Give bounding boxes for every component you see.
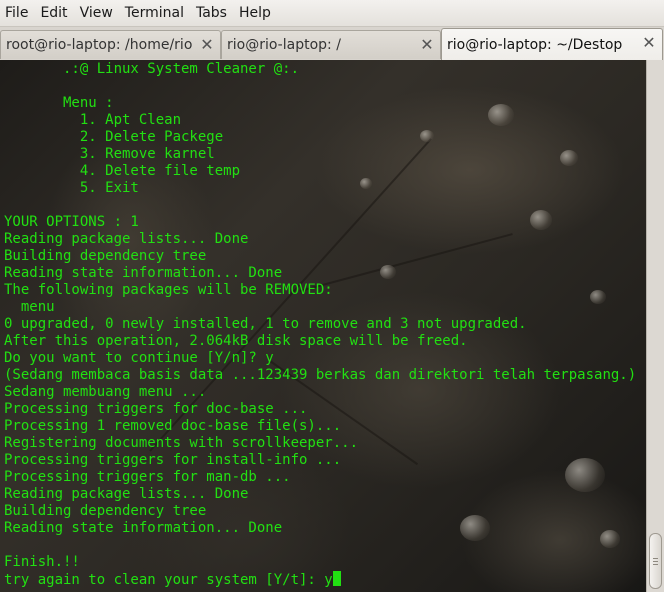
terminal-line: The following packages will be REMOVED: (4, 282, 333, 298)
close-icon[interactable]: ✕ (420, 37, 434, 53)
terminal-line: Reading state information... Done (4, 265, 283, 281)
terminal-line: Sedang membuang menu ... (4, 384, 207, 400)
menubar: File Edit View Terminal Tabs Help (0, 0, 664, 27)
terminal-line: Finish.!! (4, 554, 80, 570)
terminal-line: 3. Remove karnel (4, 146, 215, 162)
terminal-line: Reading package lists... Done (4, 486, 249, 502)
terminal-line: Do you want to continue [Y/n]? y (4, 350, 274, 366)
terminal-line: Processing triggers for man-db ... (4, 469, 291, 485)
grip-icon (653, 561, 658, 562)
terminal-line: Processing triggers for install-info ... (4, 452, 342, 468)
tab-bar: root@rio-laptop: /home/rio ✕ rio@rio-lap… (0, 27, 664, 61)
terminal-text: .:@ Linux System Cleaner @:. Menu : 1. A… (4, 61, 636, 588)
grip-icon (653, 564, 658, 565)
menu-tabs[interactable]: Tabs (191, 0, 234, 26)
terminal-line: Reading state information... Done (4, 520, 283, 536)
cursor-block (332, 571, 341, 586)
tab-label: rio@rio-laptop: / (227, 37, 341, 53)
terminal-line: menu (4, 299, 55, 315)
menu-help[interactable]: Help (234, 0, 278, 26)
terminal-line: Registering documents with scrollkeeper.… (4, 435, 359, 451)
terminal-line: 0 upgraded, 0 newly installed, 1 to remo… (4, 316, 527, 332)
scrollbar-thumb[interactable] (649, 533, 662, 589)
terminal-prompt-text: try again to clean your system [Y/t]: y (4, 572, 333, 588)
tab-label: root@rio-laptop: /home/rio (6, 37, 193, 53)
terminal-line: (Sedang membaca basis data ...123439 ber… (4, 367, 637, 383)
terminal-line: Building dependency tree (4, 248, 207, 264)
close-icon[interactable]: ✕ (642, 35, 656, 51)
tab-rio-destop[interactable]: rio@rio-laptop: ~/Destop ✕ (441, 28, 663, 60)
terminal-line: After this operation, 2.064kB disk space… (4, 333, 468, 349)
menu-file[interactable]: File (0, 0, 35, 26)
menu-terminal[interactable]: Terminal (120, 0, 191, 26)
terminal-line: Menu : (4, 95, 114, 111)
terminal-line: YOUR OPTIONS : 1 (4, 214, 139, 230)
grip-icon (653, 558, 658, 559)
terminal-line: Processing triggers for doc-base ... (4, 401, 308, 417)
terminal-line: Reading package lists... Done (4, 231, 249, 247)
terminal-line: Processing 1 removed doc-base file(s)... (4, 418, 342, 434)
tab-root-home-rio[interactable]: root@rio-laptop: /home/rio ✕ (0, 30, 221, 59)
terminal-line: .:@ Linux System Cleaner @:. (4, 61, 300, 77)
menu-view[interactable]: View (75, 0, 120, 26)
terminal-line: 4. Delete file temp (4, 163, 241, 179)
terminal-line: Building dependency tree (4, 503, 207, 519)
terminal-line: 2. Delete Packege (4, 129, 224, 145)
terminal-prompt-line: try again to clean your system [Y/t]: y (4, 571, 636, 588)
terminal-output[interactable]: .:@ Linux System Cleaner @:. Menu : 1. A… (0, 60, 646, 592)
menu-edit[interactable]: Edit (35, 0, 74, 26)
terminal-line: 5. Exit (4, 180, 139, 196)
terminal-line: 1. Apt Clean (4, 112, 182, 128)
close-icon[interactable]: ✕ (200, 37, 214, 53)
terminal-scrollbar[interactable] (646, 60, 664, 592)
tab-rio-root[interactable]: rio@rio-laptop: / ✕ (221, 30, 441, 59)
tab-label: rio@rio-laptop: ~/Destop (447, 36, 623, 53)
